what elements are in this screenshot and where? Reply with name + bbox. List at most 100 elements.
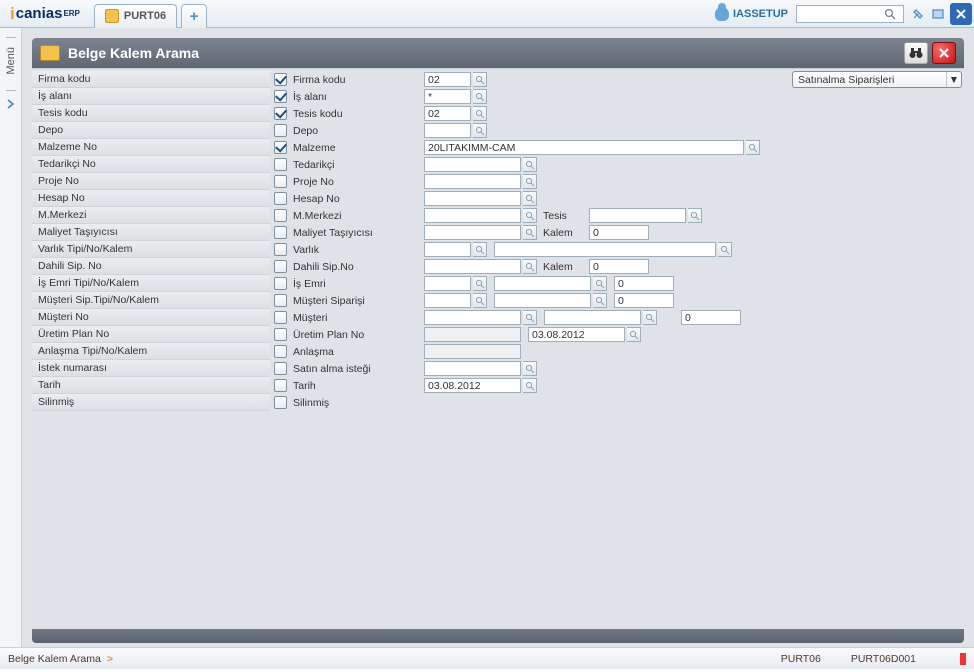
- chk-proje-no[interactable]: [274, 175, 287, 188]
- label-musteri-no: Müşteri No: [32, 309, 270, 326]
- chk-istek[interactable]: [274, 362, 287, 375]
- pane-header: Belge Kalem Arama: [32, 38, 964, 68]
- chk-musteri[interactable]: [274, 311, 287, 324]
- chk-malzeme[interactable]: [274, 141, 287, 154]
- lookup-icon[interactable]: [473, 293, 487, 308]
- pane-close-button[interactable]: [932, 42, 956, 64]
- lookup-icon[interactable]: [473, 89, 487, 104]
- lookup-icon[interactable]: [473, 242, 487, 257]
- chk-tarih[interactable]: [274, 379, 287, 392]
- lookup-icon[interactable]: [523, 259, 537, 274]
- chk-is-alani[interactable]: [274, 90, 287, 103]
- fld-mustsip-tip[interactable]: [424, 293, 471, 308]
- fld-dahili-sip[interactable]: [424, 259, 521, 274]
- lookup-icon[interactable]: [523, 157, 537, 172]
- lookup-icon[interactable]: [688, 208, 702, 223]
- label-depo: Depo: [32, 122, 270, 139]
- fld-kalem-2[interactable]: 0: [589, 259, 649, 274]
- fld-varlik-tip[interactable]: [424, 242, 471, 257]
- pane-icon: [40, 45, 60, 61]
- fld-tarih[interactable]: 03.08.2012: [424, 378, 521, 393]
- chk-firma-kodu[interactable]: [274, 73, 287, 86]
- chk-musteri-sip[interactable]: [274, 294, 287, 307]
- search-icon[interactable]: [883, 7, 897, 21]
- fld-malzeme[interactable]: 20LITAKIMM-CAM: [424, 140, 744, 155]
- chk-maliyet[interactable]: [274, 226, 287, 239]
- fld-musteri-2[interactable]: [544, 310, 641, 325]
- chk-tesis-kodu[interactable]: [274, 107, 287, 120]
- lookup-icon[interactable]: [473, 123, 487, 138]
- fld-hesap-no[interactable]: [424, 191, 521, 206]
- fld-depo[interactable]: [424, 123, 471, 138]
- close-button[interactable]: [950, 3, 972, 25]
- fld-mustsip-no[interactable]: [494, 293, 591, 308]
- side-menu[interactable]: Menü: [0, 28, 22, 647]
- search-binoculars-button[interactable]: [904, 42, 928, 64]
- fld-musteri-1[interactable]: [424, 310, 521, 325]
- lookup-icon[interactable]: [523, 225, 537, 240]
- chk-silinmis[interactable]: [274, 396, 287, 409]
- fld-musteri-far[interactable]: 0: [681, 310, 741, 325]
- lookup-icon[interactable]: [593, 293, 607, 308]
- chk-anlasma[interactable]: [274, 345, 287, 358]
- fld-mustsip-kalem[interactable]: 0: [614, 293, 674, 308]
- lookup-icon[interactable]: [523, 310, 537, 325]
- fld-is-alani[interactable]: *: [424, 89, 471, 104]
- chk-uretim-plan[interactable]: [274, 328, 287, 341]
- document-type-select[interactable]: Satınalma Siparişleri ▼: [792, 71, 962, 88]
- search-input[interactable]: [797, 8, 883, 20]
- fld-proje-no[interactable]: [424, 174, 521, 189]
- fld-isemri-no[interactable]: [494, 276, 591, 291]
- global-search[interactable]: [796, 5, 904, 23]
- expand-menu-icon[interactable]: [5, 98, 17, 110]
- fld-firma-kodu[interactable]: 02: [424, 72, 471, 87]
- chk-mmerkezi[interactable]: [274, 209, 287, 222]
- chk-tedarikci[interactable]: [274, 158, 287, 171]
- label-silinmis: Silinmiş: [32, 394, 270, 411]
- lookup-icon[interactable]: [473, 72, 487, 87]
- tab-label: PURT06: [124, 10, 166, 22]
- lookup-icon[interactable]: [593, 276, 607, 291]
- lookup-icon[interactable]: [473, 276, 487, 291]
- lookup-icon[interactable]: [523, 174, 537, 189]
- lookup-icon[interactable]: [523, 191, 537, 206]
- status-bar: Belge Kalem Arama > PURT06 PURT06D001: [0, 647, 974, 669]
- lookup-icon[interactable]: [473, 106, 487, 121]
- pin-icon[interactable]: [909, 5, 927, 23]
- lookup-icon[interactable]: [746, 140, 760, 155]
- chk-hesap-no[interactable]: [274, 192, 287, 205]
- label-mmerkezi: M.Merkezi: [32, 207, 270, 224]
- fld-tesis-kodu[interactable]: 02: [424, 106, 471, 121]
- app-logo: icaniasERP: [0, 0, 90, 28]
- fld-isemri-kalem[interactable]: 0: [614, 276, 674, 291]
- fld-tesis-extra[interactable]: [589, 208, 686, 223]
- lookup-icon[interactable]: [523, 361, 537, 376]
- chk-depo[interactable]: [274, 124, 287, 137]
- tab-active[interactable]: PURT06: [94, 4, 177, 28]
- window-icon[interactable]: [929, 5, 947, 23]
- fld-uretim-no: [424, 327, 521, 342]
- fld-mmerkezi[interactable]: [424, 208, 521, 223]
- fld-kalem-1[interactable]: 0: [589, 225, 649, 240]
- lookup-icon[interactable]: [523, 208, 537, 223]
- status-code-2: PURT06D001: [851, 653, 916, 665]
- chevron-down-icon: ▼: [946, 72, 961, 87]
- fld-isemri-tip[interactable]: [424, 276, 471, 291]
- user-info[interactable]: IASSETUP: [715, 7, 796, 21]
- user-icon: [715, 7, 729, 21]
- label-tarih: Tarih: [32, 377, 270, 394]
- chk-varlik[interactable]: [274, 243, 287, 256]
- chk-dahili-sip[interactable]: [274, 260, 287, 273]
- fld-varlik-no[interactable]: [494, 242, 716, 257]
- breadcrumb[interactable]: Belge Kalem Arama: [8, 653, 101, 665]
- chk-is-emri[interactable]: [274, 277, 287, 290]
- lookup-icon[interactable]: [643, 310, 657, 325]
- fld-tedarikci[interactable]: [424, 157, 521, 172]
- lookup-icon[interactable]: [523, 378, 537, 393]
- lookup-icon[interactable]: [627, 327, 641, 342]
- lookup-icon[interactable]: [718, 242, 732, 257]
- fld-maliyet[interactable]: [424, 225, 521, 240]
- fld-uretim-date[interactable]: 03.08.2012: [528, 327, 625, 342]
- add-tab-button[interactable]: +: [181, 4, 207, 28]
- fld-istek[interactable]: [424, 361, 521, 376]
